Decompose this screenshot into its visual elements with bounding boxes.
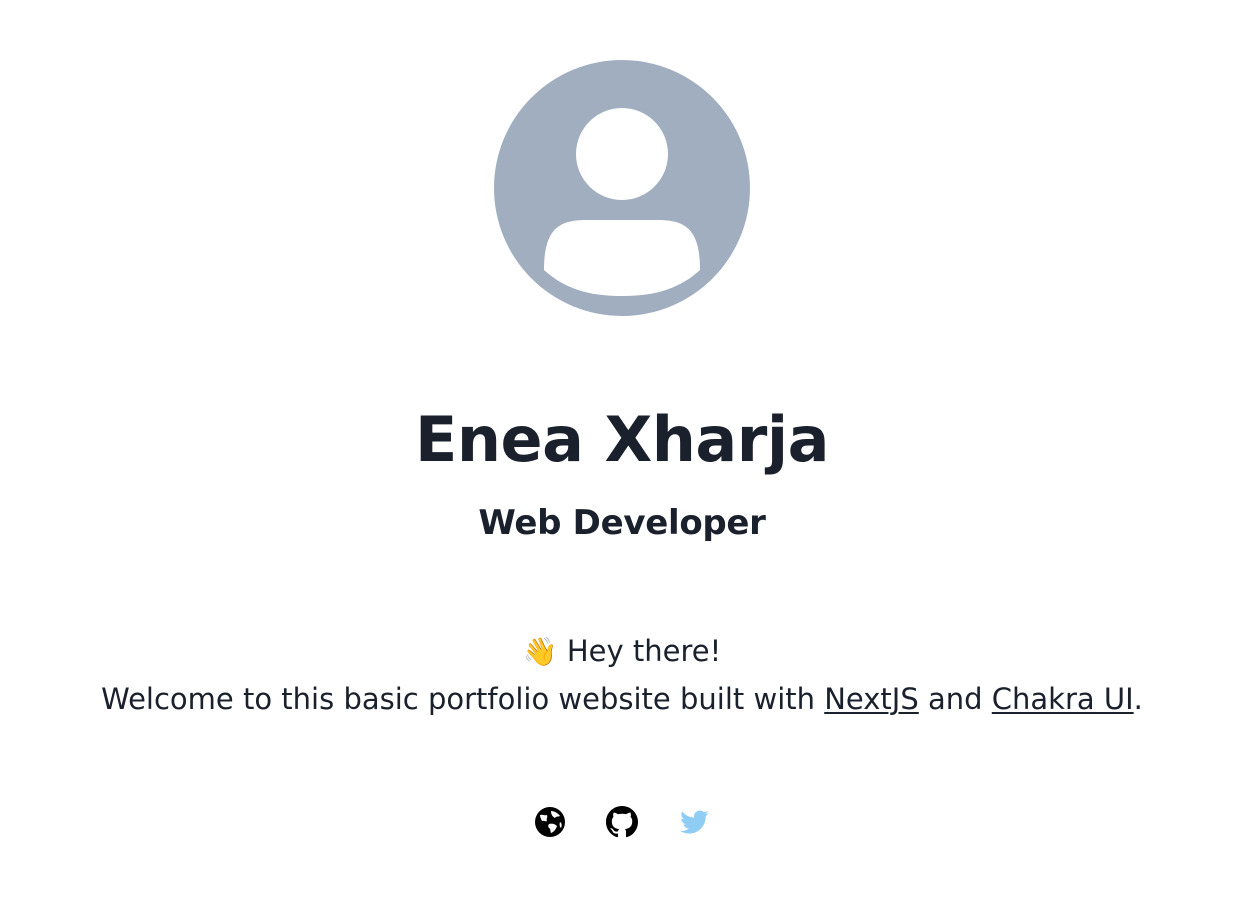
github-link[interactable]	[604, 804, 640, 840]
twitter-icon	[680, 810, 709, 834]
welcome-middle: and	[918, 682, 992, 716]
chakra-ui-link[interactable]: Chakra UI	[992, 682, 1134, 716]
website-link[interactable]	[532, 804, 568, 840]
welcome-text: Welcome to this basic portfolio website …	[0, 678, 1244, 720]
wave-emoji: 👋	[522, 635, 558, 668]
greeting: 👋 Hey there!	[0, 630, 1244, 673]
profile-role: Web Developer	[478, 503, 766, 543]
profile-name: Enea Xharja	[415, 403, 829, 476]
portfolio-page: Enea Xharja Web Developer 👋 Hey there! W…	[0, 0, 1256, 906]
welcome-suffix: .	[1133, 682, 1143, 716]
social-links	[532, 804, 712, 840]
nextjs-link[interactable]: NextJS	[824, 682, 919, 716]
avatar	[494, 60, 750, 316]
twitter-link[interactable]	[676, 804, 712, 840]
github-icon	[606, 806, 638, 838]
greeting-text: Hey there!	[566, 634, 722, 668]
globe-icon	[535, 807, 565, 837]
user-placeholder-icon	[544, 108, 700, 296]
welcome-prefix: Welcome to this basic portfolio website …	[101, 682, 825, 716]
